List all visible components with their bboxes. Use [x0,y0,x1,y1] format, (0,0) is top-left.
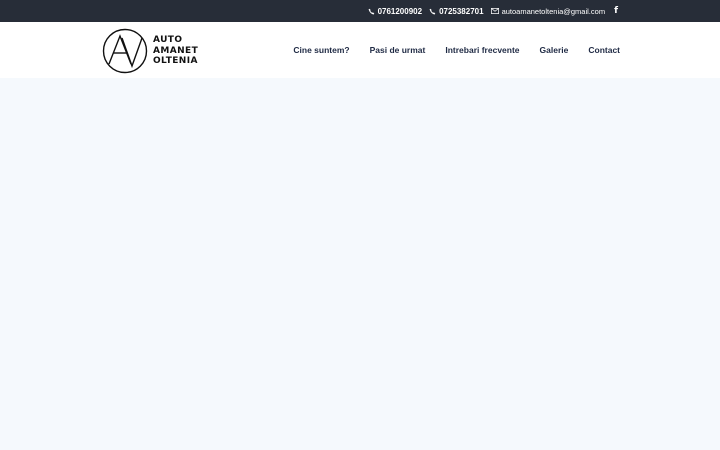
main-nav: Cine suntem? Pasi de urmat Intrebari fre… [273,22,620,78]
phone-link-2[interactable]: 0725382701 [429,7,484,16]
nav-item-intrebari-frecvente[interactable]: Intrebari frecvente [445,45,519,55]
nav-item-contact[interactable]: Contact [588,45,620,55]
mail-icon [490,8,499,14]
phone-icon [368,8,374,15]
main-content-area [0,78,720,450]
phone-number-2: 0725382701 [439,6,484,16]
nav-item-pasi-de-urmat[interactable]: Pasi de urmat [370,45,426,55]
phone-icon [429,8,436,15]
email-address: autoamanetoltenia@gmail.com [501,6,606,16]
facebook-icon: f [614,6,618,16]
nav-item-cine-suntem[interactable]: Cine suntem? [293,45,349,55]
logo-wordmark: AUTO AMANET OLTENIA [153,35,198,67]
phone-link-1[interactable]: 0761200902 [368,6,423,16]
email-link[interactable]: autoamanetoltenia@gmail.com [490,6,606,16]
site-header: AUTO AMANET OLTENIA Cine suntem? Pasi de… [0,22,720,78]
facebook-link[interactable]: f [614,6,618,16]
site-logo[interactable]: AUTO AMANET OLTENIA [102,28,198,74]
phone-number-1: 0761200902 [377,6,423,16]
top-contact-bar: 0761200902 0725382701 autoamanetoltenia@… [0,0,720,22]
logo-emblem-icon [102,28,148,74]
logo-line-amanet: AMANET [153,45,199,56]
nav-item-galerie[interactable]: Galerie [540,45,569,55]
logo-line-oltenia: OLTENIA [153,56,198,67]
logo-line-auto: AUTO [153,35,183,46]
